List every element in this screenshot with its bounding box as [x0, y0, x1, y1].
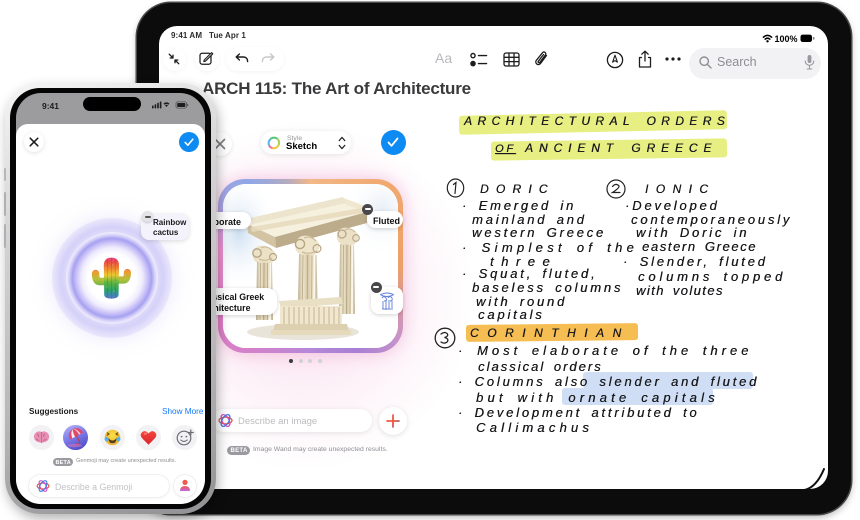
- svg-text:100%: 100%: [775, 34, 798, 44]
